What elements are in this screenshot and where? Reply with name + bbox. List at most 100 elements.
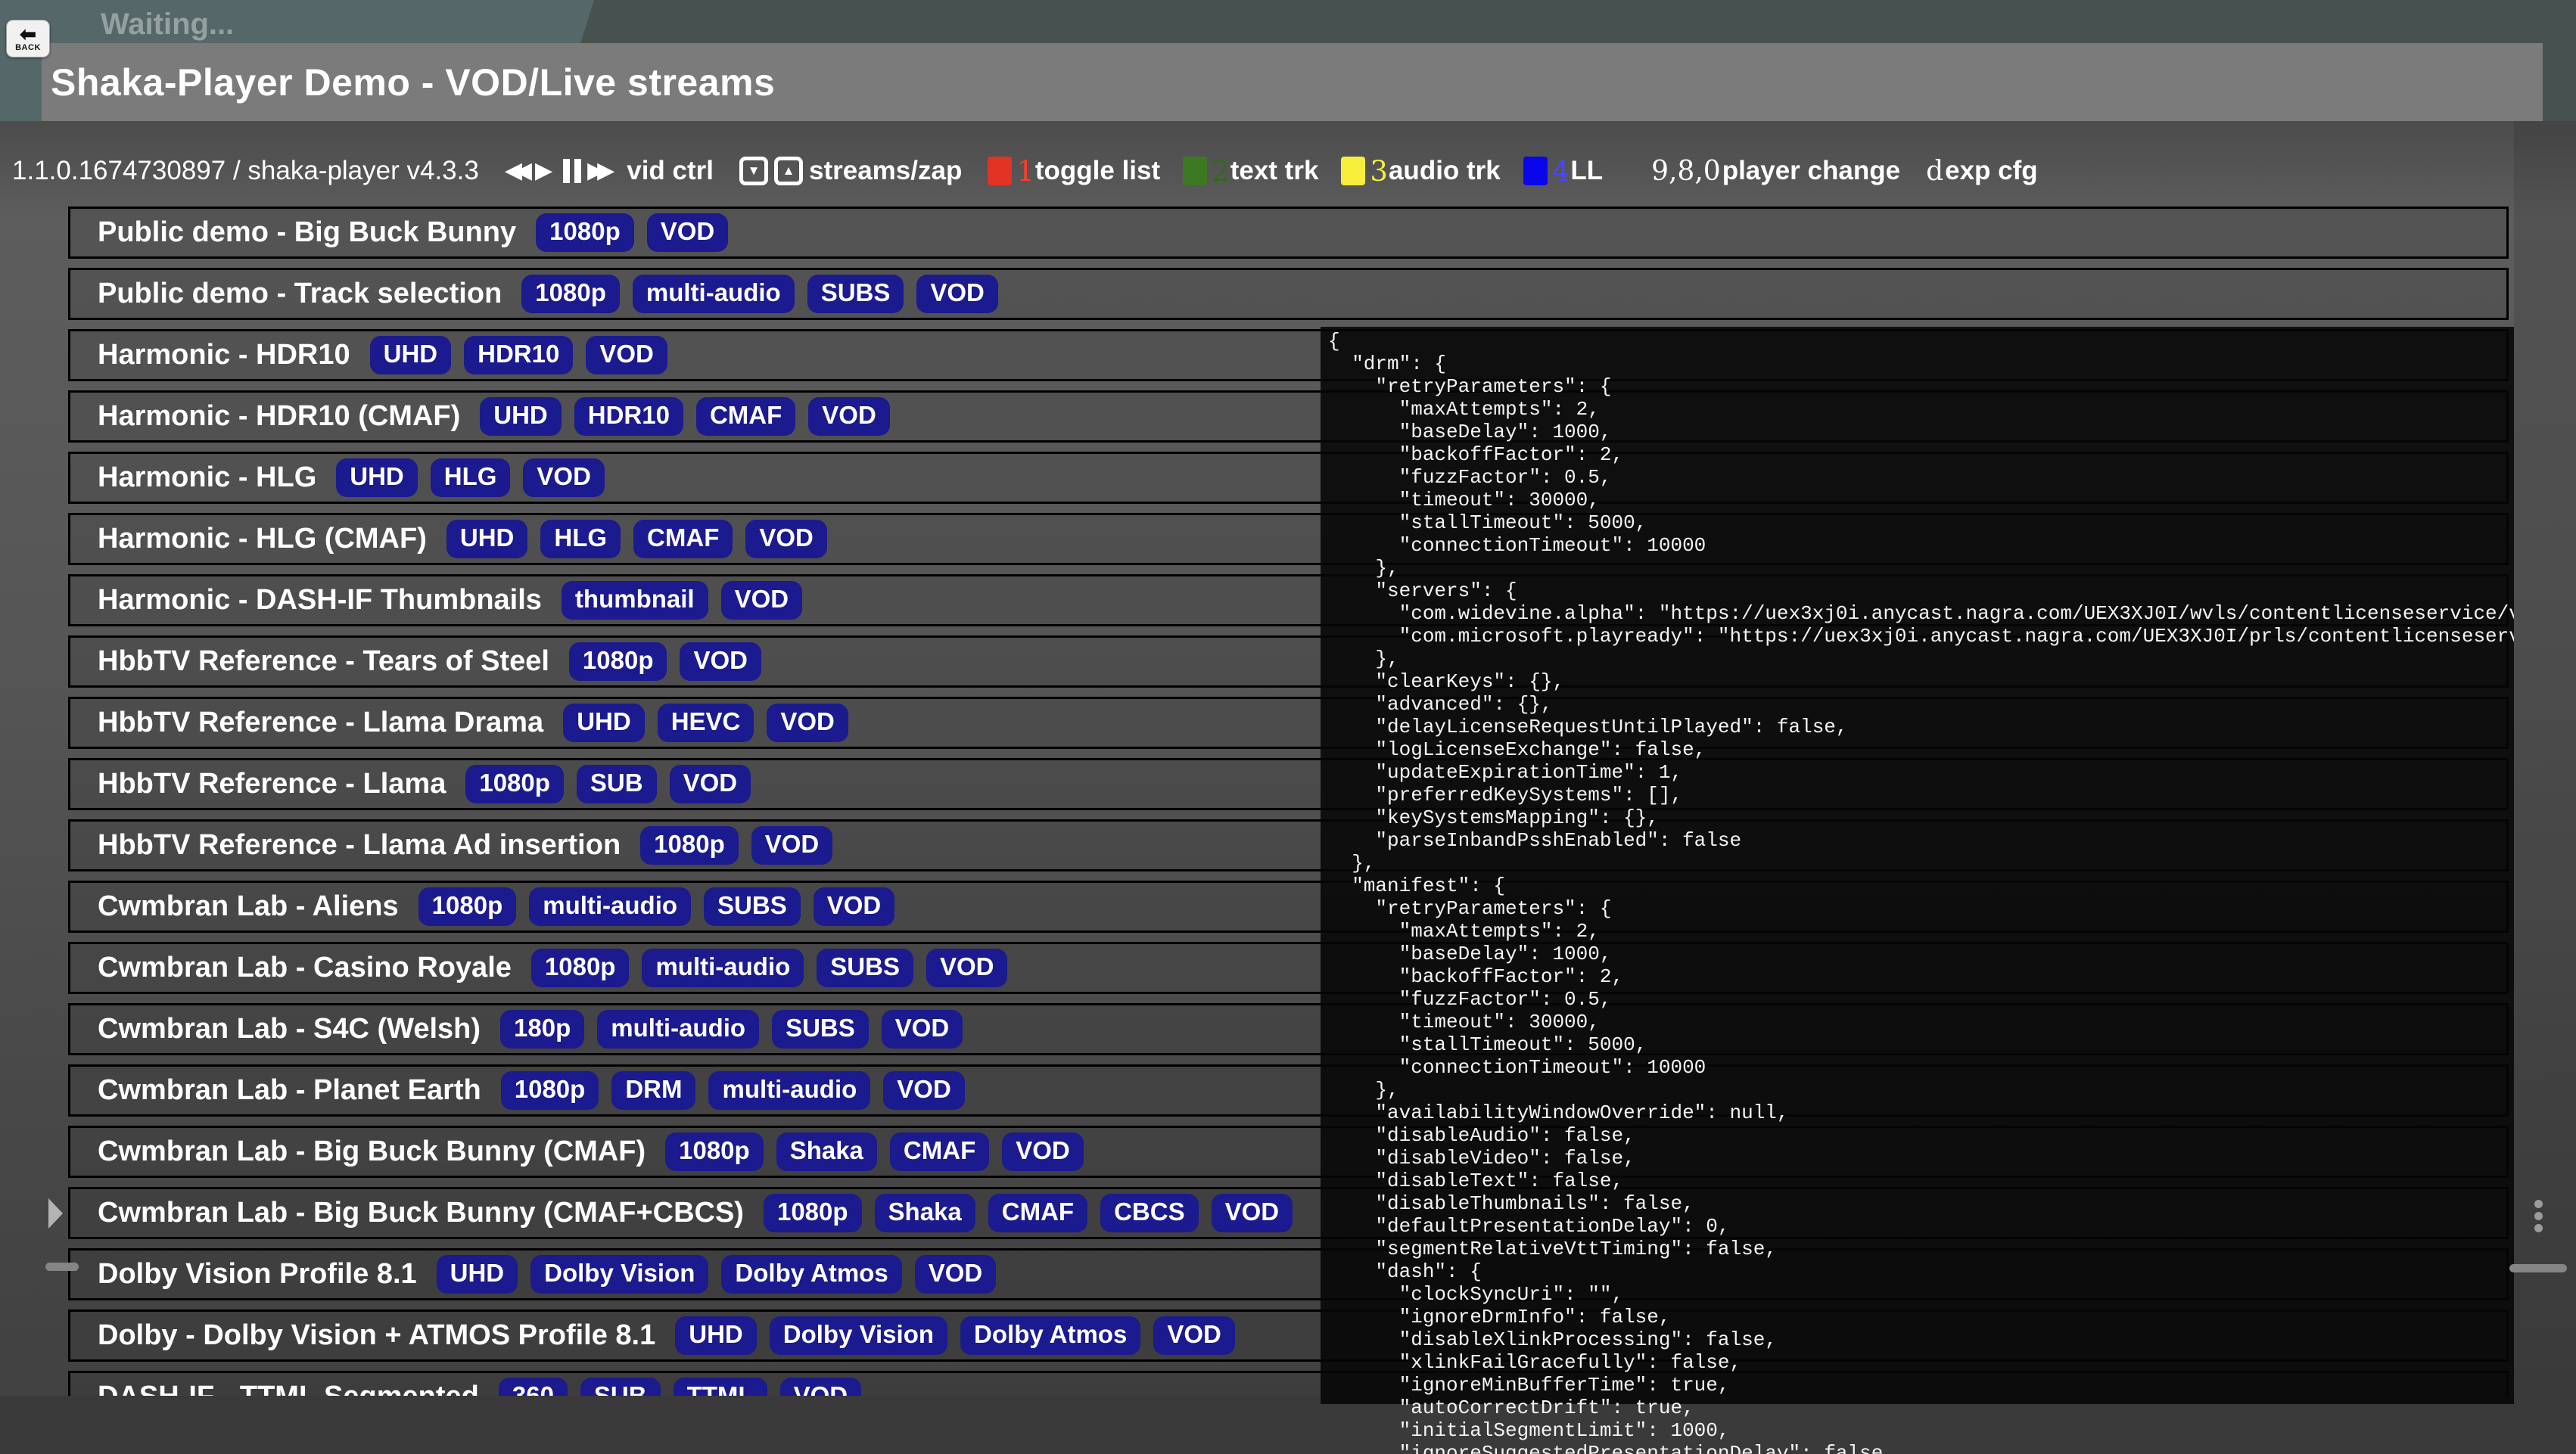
- stream-badge: SUBS: [807, 275, 904, 313]
- stream-title: Harmonic - HDR10 (CMAF): [98, 400, 460, 433]
- config-line: "timeout": 30000,: [1328, 1011, 2514, 1033]
- scroll-indicator-right: [2509, 1264, 2567, 1272]
- stream-badge: SUB: [577, 765, 657, 803]
- badge-list: UHDDolby VisionDolby AtmosVOD: [437, 1255, 997, 1294]
- stream-badge: SUBS: [817, 949, 913, 987]
- config-line: {: [1328, 330, 2514, 353]
- config-line: "timeout": 30000,: [1328, 489, 2514, 511]
- config-line: "disableAudio": false,: [1328, 1124, 2514, 1147]
- stream-badge: SUBS: [704, 887, 801, 926]
- toolbar: 1.1.0.1674730897 / shaka-player v4.3.3 ◀…: [12, 150, 2064, 192]
- config-line: "disableXlinkProcessing": false,: [1328, 1328, 2514, 1351]
- config-line: "maxAttempts": 2,: [1328, 398, 2514, 421]
- badge-list: 1080pSUBVOD: [465, 765, 751, 803]
- config-line: "clearKeys": {},: [1328, 670, 2514, 693]
- exp-cfg-key: d: [1926, 156, 1943, 187]
- config-line: "ignoreSuggestedPresentationDelay": fals…: [1328, 1442, 2514, 1454]
- stream-badge: VOD: [926, 949, 1008, 987]
- vid-ctrl-group: ◀◀ ▶ ▶▶ vid ctrl: [505, 156, 714, 186]
- player-change-keys: 9,8,0: [1651, 156, 1721, 187]
- config-line: "connectionTimeout": 10000: [1328, 534, 2514, 557]
- config-line: "maxAttempts": 2,: [1328, 920, 2514, 943]
- stream-badge: UHD: [336, 458, 418, 497]
- badge-list: 1080pVOD: [536, 213, 728, 252]
- stream-badge: 1080p: [521, 275, 620, 313]
- pause-icon: [563, 159, 581, 183]
- stream-title: Harmonic - HLG (CMAF): [98, 523, 427, 555]
- hotkey-digit: 3: [1370, 155, 1388, 188]
- config-line: "delayLicenseRequestUntilPlayed": false,: [1328, 716, 2514, 738]
- stream-badge: VOD: [916, 275, 998, 313]
- stream-badge: UHD: [480, 397, 562, 436]
- badge-list: UHDHEVCVOD: [563, 704, 848, 742]
- stream-title: Public demo - Track selection: [98, 278, 502, 310]
- badge-list: UHDHDR10VOD: [370, 336, 667, 374]
- stream-row[interactable]: Public demo - Track selection 1080p multi…: [68, 268, 2509, 320]
- config-line: },: [1328, 648, 2514, 670]
- badge-list: UHDHLGCMAFVOD: [446, 520, 827, 558]
- stream-badge: 1080p: [764, 1194, 862, 1232]
- config-line: "disableThumbnails": false,: [1328, 1192, 2514, 1215]
- stream-badge: 1080p: [569, 642, 667, 681]
- config-line: "preferredKeySystems": [],: [1328, 784, 2514, 806]
- stream-title: Cwmbran Lab - Aliens: [98, 890, 399, 923]
- stream-badge: 1080p: [418, 887, 517, 926]
- stream-badge: VOD: [1002, 1132, 1084, 1171]
- page-title: Shaka-Player Demo - VOD/Live streams: [51, 61, 775, 104]
- play-icon: ▶: [535, 160, 552, 182]
- stream-title: Harmonic - HDR10: [98, 339, 350, 371]
- waiting-status-text: Waiting...: [101, 8, 234, 42]
- stream-badge: CMAF: [696, 397, 795, 436]
- hotkey-color-square: [1183, 157, 1207, 185]
- config-panel: { "drm": { "retryParameters": { "maxAtte…: [1321, 328, 2514, 1454]
- badge-list: 1080pDRMmulti-audioVOD: [501, 1071, 965, 1110]
- config-line: "baseDelay": 1000,: [1328, 943, 2514, 965]
- header-bar: Shaka-Player Demo - VOD/Live streams: [42, 43, 2543, 121]
- config-line: "logLicenseExchange": false,: [1328, 738, 2514, 761]
- badge-list: 1080pmulti-audioSUBSVOD: [531, 949, 1008, 987]
- badge-list: 180pmulti-audioSUBSVOD: [500, 1010, 963, 1049]
- player-change-label: player change: [1722, 156, 1900, 186]
- config-line: "clockSyncUri": "",: [1328, 1283, 2514, 1306]
- stream-badge: VOD: [767, 704, 848, 742]
- stream-badge: VOD: [647, 213, 729, 252]
- stream-badge: multi-audio: [708, 1071, 870, 1110]
- exp-cfg-label: exp cfg: [1945, 156, 2038, 186]
- stream-row[interactable]: Public demo - Big Buck Bunny 1080pVOD: [68, 207, 2509, 259]
- config-line: "com.widevine.alpha": "https://uex3xj0i.…: [1328, 602, 2514, 625]
- stream-badge: multi-audio: [597, 1010, 759, 1049]
- stream-badge: 1080p: [465, 765, 564, 803]
- badge-list: thumbnailVOD: [562, 581, 802, 620]
- back-arrow-icon: ⬅: [20, 25, 36, 43]
- badge-list: UHDHLGVOD: [336, 458, 605, 497]
- back-button[interactable]: ⬅ BACK: [6, 20, 50, 57]
- streams-zap-label: streams/zap: [809, 156, 962, 186]
- stream-title: HbbTV Reference - Llama: [98, 768, 446, 800]
- stream-badge: multi-audio: [633, 275, 795, 313]
- badge-list: 1080pVOD: [640, 826, 832, 865]
- vid-ctrl-label: vid ctrl: [627, 156, 714, 186]
- config-line: "disableText": false,: [1328, 1170, 2514, 1192]
- more-options-dots-icon[interactable]: [2534, 1200, 2543, 1232]
- hotkey-color-square: [1523, 157, 1548, 185]
- config-line: "backoffFactor": 2,: [1328, 443, 2514, 466]
- hotkey-label: text trk: [1230, 156, 1319, 186]
- config-line: },: [1328, 852, 2514, 875]
- config-line: "advanced": {},: [1328, 693, 2514, 716]
- badge-list: 1080pShakaCMAFVOD: [665, 1132, 1084, 1171]
- stream-badge: VOD: [808, 397, 890, 436]
- badge-list: 1080pVOD: [569, 642, 761, 681]
- hotkey-digit: 2: [1212, 155, 1230, 188]
- config-line: "parseInbandPsshEnabled": false: [1328, 829, 2514, 852]
- shaka-demo-page: Waiting... ⬅ BACK Shaka-Player Demo - VO…: [0, 0, 2576, 1454]
- stream-badge: UHD: [370, 336, 452, 374]
- stream-badge: Dolby Atmos: [721, 1255, 901, 1294]
- config-line: "fuzzFactor": 0.5,: [1328, 988, 2514, 1011]
- stream-badge: Dolby Vision: [770, 1316, 947, 1355]
- fast-forward-icon: ▶▶: [587, 160, 607, 182]
- stream-badge: UHD: [563, 704, 645, 742]
- stream-badge: multi-audio: [529, 887, 691, 926]
- selected-row-cursor-icon: [48, 1198, 63, 1229]
- stream-title: Cwmbran Lab - S4C (Welsh): [98, 1013, 481, 1045]
- stream-badge: VOD: [915, 1255, 997, 1294]
